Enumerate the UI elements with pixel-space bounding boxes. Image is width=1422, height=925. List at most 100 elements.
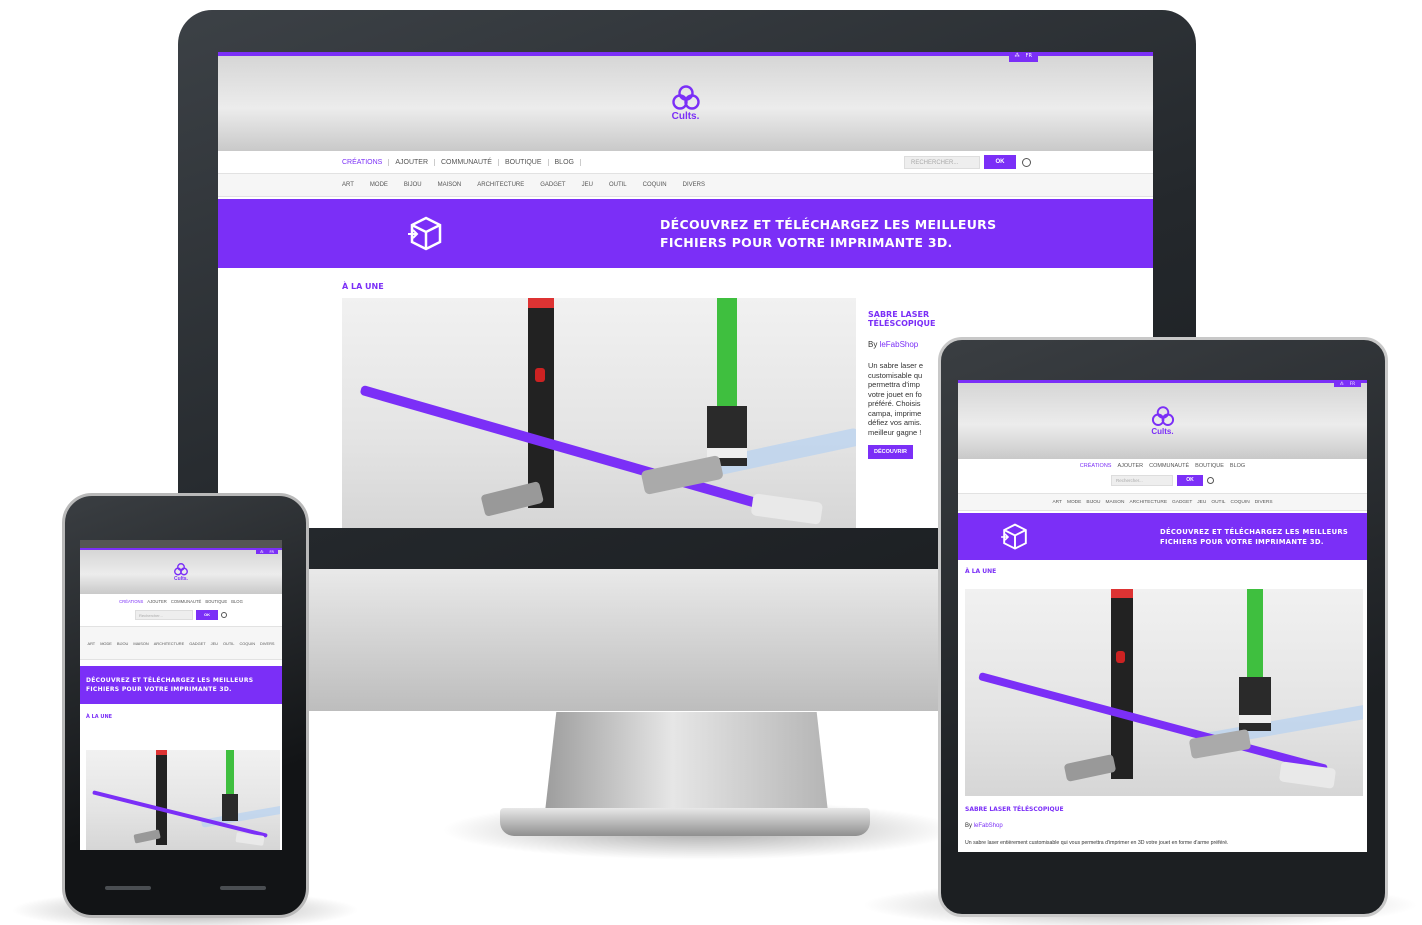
desc-line-4: votre jouet en fo — [868, 389, 922, 399]
desc-line-5: préféré. Choisis — [868, 399, 921, 408]
category-divers[interactable]: DIVERS — [683, 182, 705, 188]
language-switcher[interactable]: ⁂ FR — [256, 550, 278, 554]
section-title-a-la-une: À LA UNE — [342, 282, 384, 291]
nav-item-ajouter[interactable]: AJOUTER — [389, 158, 435, 166]
nav-item-communaute[interactable]: COMMUNAUTÉ — [169, 599, 203, 604]
featured-image[interactable] — [86, 750, 280, 850]
search-input[interactable]: Rechercher... — [135, 610, 193, 620]
nav-item-boutique[interactable]: BOUTIQUE — [499, 158, 549, 166]
nav-item-blog[interactable]: BLOG — [1227, 463, 1248, 469]
featured-title-line-2: TÉLÉSCOPIQUE — [868, 319, 936, 328]
power-icon[interactable] — [1207, 476, 1214, 484]
featured-image[interactable] — [965, 589, 1363, 796]
power-icon[interactable] — [1022, 157, 1031, 167]
lang-option-fr[interactable]: FR — [1026, 53, 1032, 61]
lightsaber-photo — [978, 589, 1363, 789]
category-mode[interactable]: MODE — [1067, 500, 1081, 505]
tablet-website: ⁂ FR Cults. CRÉATIONS AJOUTER COMMUNAUTÉ… — [958, 380, 1367, 852]
lang-option-fr[interactable]: FR — [1350, 381, 1355, 386]
lang-option-left[interactable]: ⁂ — [1340, 381, 1344, 386]
category-divers[interactable]: DIVERS — [260, 641, 275, 646]
nav-item-blog[interactable]: BLOG — [229, 599, 245, 604]
nav-item-boutique[interactable]: BOUTIQUE — [1192, 463, 1227, 469]
search-input[interactable]: Rechercher... — [1111, 474, 1173, 486]
featured-description: Un sabre laser entièrement customisable … — [965, 840, 1229, 846]
featured-title[interactable]: SABRE LASER TÉLÉSCOPIQUE — [965, 806, 1064, 813]
banner-line-1: DÉCOUVREZ ET TÉLÉCHARGEZ LES MEILLEURS — [86, 677, 254, 684]
cults-logo[interactable]: Cults. — [670, 85, 702, 122]
lang-option-left[interactable]: ⁂ — [1015, 53, 1020, 61]
category-gadget[interactable]: GADGET — [540, 182, 565, 188]
banner-text: DÉCOUVREZ ET TÉLÉCHARGEZ LES MEILLEURS F… — [86, 676, 253, 694]
category-maison[interactable]: MAISON — [133, 641, 148, 646]
category-outil[interactable]: OUTIL — [1211, 500, 1225, 505]
search-ok-button[interactable]: OK — [984, 155, 1016, 169]
nav-item-creations[interactable]: CRÉATIONS — [1077, 463, 1115, 469]
banner-text: DÉCOUVREZ ET TÉLÉCHARGEZ LES MEILLEURS F… — [660, 216, 996, 252]
section-title-a-la-une: À LA UNE — [965, 568, 997, 575]
nav-item-communaute[interactable]: COMMUNAUTÉ — [435, 158, 499, 166]
cults-logo-icon — [174, 562, 188, 575]
category-jeu[interactable]: JEU — [211, 641, 218, 646]
category-gadget[interactable]: GADGET — [1172, 500, 1192, 505]
power-icon[interactable] — [221, 612, 227, 618]
nav-item-ajouter[interactable]: AJOUTER — [145, 599, 169, 604]
lang-option-fr[interactable]: FR — [270, 550, 274, 554]
category-bijou[interactable]: BIJOU — [404, 182, 422, 188]
download-box-icon — [1001, 523, 1027, 550]
category-architecture[interactable]: ARCHITECTURE — [477, 182, 524, 188]
category-jeu[interactable]: JEU — [1197, 500, 1206, 505]
category-maison[interactable]: MAISON — [1106, 500, 1125, 505]
category-divers[interactable]: DIVERS — [1255, 500, 1273, 505]
search-ok-button[interactable]: OK — [1177, 474, 1203, 486]
category-outil[interactable]: OUTIL — [223, 641, 234, 646]
nav-item-creations[interactable]: CRÉATIONS — [336, 158, 390, 166]
banner-line-1: DÉCOUVREZ ET TÉLÉCHARGEZ LES MEILLEURS — [1160, 527, 1349, 536]
category-architecture[interactable]: ARCHITECTURE — [154, 641, 184, 646]
cults-logo[interactable]: Cults. — [1150, 406, 1176, 436]
category-bijou[interactable]: BIJOU — [117, 641, 128, 646]
category-art[interactable]: ART — [87, 641, 95, 646]
category-coquin[interactable]: COQUIN — [239, 641, 255, 646]
main-nav: CRÉATIONS AJOUTER COMMUNAUTÉ BOUTIQUE BL… — [958, 459, 1367, 473]
featured-title[interactable]: SABRE LASER TÉLÉSCOPIQUE — [868, 310, 948, 328]
featured-byline: By leFabShop — [868, 340, 948, 349]
monitor-stand-neck — [545, 712, 828, 812]
category-mode[interactable]: MODE — [370, 182, 388, 188]
desc-line-6: campa, imprime — [868, 408, 922, 418]
category-mode[interactable]: MODE — [100, 641, 112, 646]
nav-item-blog[interactable]: BLOG — [549, 158, 581, 166]
nav-item-creations[interactable]: CRÉATIONS — [117, 599, 145, 604]
category-jeu[interactable]: JEU — [582, 182, 593, 188]
search-ok-button[interactable]: OK — [196, 610, 218, 620]
featured-info: SABRE LASER TÉLÉSCOPIQUE By leFabShop Un… — [868, 310, 948, 459]
search-input[interactable]: Rechercher... — [904, 155, 980, 169]
author-link[interactable]: leFabShop — [974, 823, 1003, 829]
desc-line-1: Un sabre laser e — [868, 361, 924, 370]
category-art[interactable]: ART — [1052, 500, 1062, 505]
phone-speaker-right — [220, 886, 266, 890]
banner-line-2: FICHIERS POUR VOTRE IMPRIMANTE 3D. — [86, 686, 232, 693]
category-coquin[interactable]: COQUIN — [1230, 500, 1249, 505]
category-architecture[interactable]: ARCHITECTURE — [1129, 500, 1167, 505]
desc-line-2: customisable qu — [868, 370, 923, 380]
category-maison[interactable]: MAISON — [438, 182, 462, 188]
category-coquin[interactable]: COQUIN — [643, 182, 667, 188]
language-switcher[interactable]: ⁂ FR — [1333, 380, 1361, 387]
author-link[interactable]: leFabShop — [880, 340, 919, 349]
nav-item-communaute[interactable]: COMMUNAUTÉ — [1146, 463, 1192, 469]
cults-logo[interactable]: Cults. — [173, 562, 189, 582]
site-header: Cults. — [80, 550, 282, 594]
desc-line-7: défiez vos amis. — [868, 418, 922, 427]
category-gadget[interactable]: GADGET — [189, 641, 205, 646]
nav-item-boutique[interactable]: BOUTIQUE — [203, 599, 229, 604]
category-outil[interactable]: OUTIL — [609, 182, 627, 188]
featured-image[interactable] — [342, 298, 856, 528]
category-bijou[interactable]: BIJOU — [1086, 500, 1100, 505]
category-art[interactable]: ART — [342, 182, 354, 188]
site-header: Cults. — [218, 56, 1153, 151]
language-switcher[interactable]: ⁂ FR — [1008, 52, 1038, 62]
discover-button[interactable]: DÉCOUVRIR — [868, 445, 914, 459]
lang-option-left[interactable]: ⁂ — [260, 550, 264, 554]
nav-item-ajouter[interactable]: AJOUTER — [1114, 463, 1146, 469]
